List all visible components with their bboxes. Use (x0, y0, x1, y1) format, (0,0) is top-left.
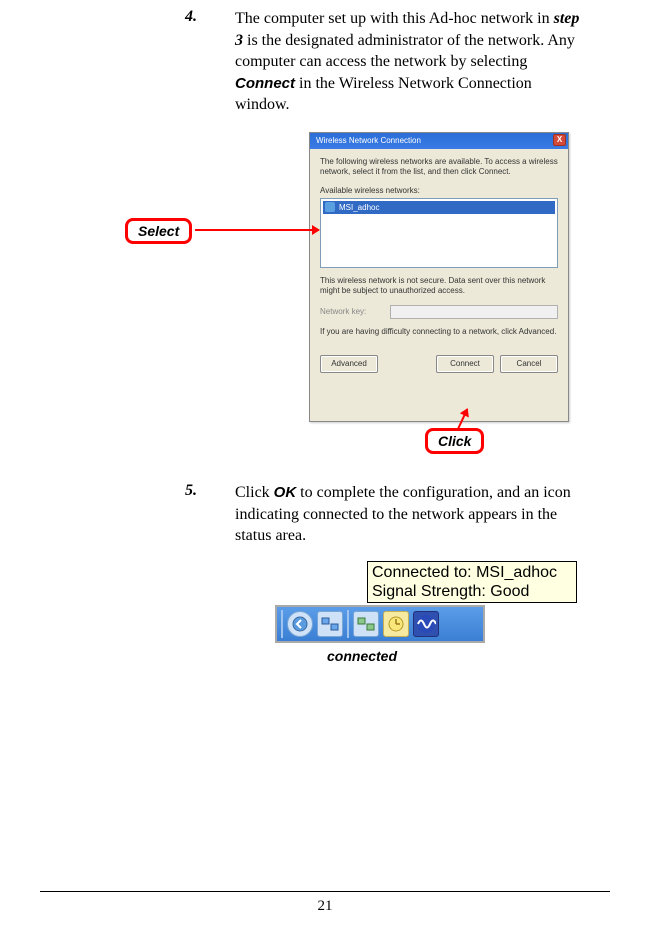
arrow-select (195, 229, 319, 231)
step-5-number: 5. (185, 482, 235, 547)
advanced-button[interactable]: Advanced (320, 355, 378, 373)
step-4-text: The computer set up with this Ad-hoc net… (235, 8, 590, 116)
wireless-tray-icon[interactable] (353, 611, 379, 637)
figure-systray: Connected to: MSI_adhoc Signal Strength:… (185, 565, 590, 675)
connected-caption: connected (327, 648, 397, 664)
wireless-connection-dialog: Wireless Network Connection X The follow… (309, 132, 569, 422)
network-list-item-selected[interactable]: MSI_adhoc (323, 201, 555, 214)
step-4: 4. The computer set up with this Ad-hoc … (185, 8, 590, 116)
system-tray (275, 605, 485, 643)
network-list[interactable]: MSI_adhoc (320, 198, 558, 268)
dialog-body: The following wireless networks are avai… (310, 149, 568, 381)
dialog-title: Wireless Network Connection (316, 136, 421, 145)
tooltip-line-2: Signal Strength: Good (372, 582, 572, 601)
network-name: MSI_adhoc (339, 203, 379, 212)
back-icon[interactable] (287, 611, 313, 637)
footer-line (40, 891, 610, 892)
tray-divider-2 (347, 610, 349, 638)
wireless-icon (325, 202, 335, 212)
step-5: 5. Click OK to complete the configuratio… (185, 482, 590, 547)
clock-icon[interactable] (383, 611, 409, 637)
cancel-button[interactable]: Cancel (500, 355, 558, 373)
activity-icon[interactable] (413, 611, 439, 637)
dialog-intro: The following wireless networks are avai… (320, 157, 558, 178)
network-key-input[interactable] (390, 305, 558, 319)
help-text: If you are having difficulty connecting … (320, 327, 558, 337)
security-warning: This wireless network is not secure. Dat… (320, 276, 558, 297)
callout-select: Select (125, 218, 192, 244)
page-footer: 21 (40, 891, 610, 915)
page-number: 21 (40, 898, 610, 915)
tray-divider (281, 610, 283, 638)
step-5-text: Click OK to complete the configuration, … (235, 482, 590, 547)
close-icon[interactable]: X (553, 134, 566, 146)
step-4-number: 4. (185, 8, 235, 116)
figure-wireless-dialog: Select Wireless Network Connection X The… (185, 132, 590, 462)
dialog-button-row: Advanced Connect Cancel (320, 345, 558, 373)
connection-tooltip: Connected to: MSI_adhoc Signal Strength:… (367, 561, 577, 603)
network-key-label: Network key: (320, 307, 390, 316)
tooltip-line-1: Connected to: MSI_adhoc (372, 563, 572, 582)
callout-click: Click (425, 428, 484, 454)
dialog-titlebar: Wireless Network Connection X (310, 133, 568, 149)
network-key-row: Network key: (320, 305, 558, 319)
network-tray-icon[interactable] (317, 611, 343, 637)
connect-button[interactable]: Connect (436, 355, 494, 373)
available-networks-label: Available wireless networks: (320, 186, 558, 195)
